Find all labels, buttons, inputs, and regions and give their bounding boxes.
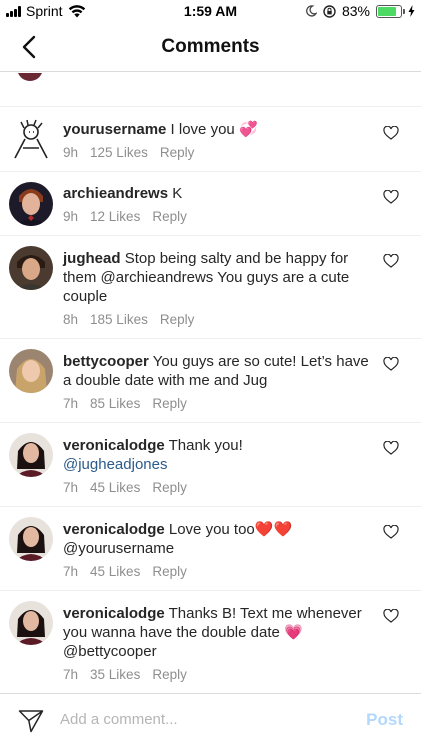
- comment-meta: 7h 85 Likes Reply: [63, 396, 373, 411]
- comment-meta: 9h 125 Likes Reply: [63, 145, 373, 160]
- avatar[interactable]: [9, 118, 53, 162]
- comment-username[interactable]: veronicalodge: [63, 437, 165, 454]
- comment-item: jughead Stop being salty and be happy fo…: [0, 236, 421, 339]
- comment-text: veronicalodge Thanks B! Text me whenever…: [63, 604, 373, 661]
- heart-icon[interactable]: [383, 254, 399, 268]
- profile-photo: [9, 433, 53, 477]
- comment-text: archieandrews K: [63, 184, 373, 203]
- battery-icon: [376, 4, 405, 18]
- profile-photo: [9, 517, 53, 561]
- avatar: [17, 73, 43, 81]
- page-title: Comments: [161, 36, 260, 57]
- mention-link[interactable]: @jugheadjones: [63, 456, 167, 473]
- heart-icon[interactable]: [383, 525, 399, 539]
- comment-username[interactable]: veronicalodge: [63, 521, 165, 538]
- comment-meta: 9h 12 Likes Reply: [63, 209, 373, 224]
- profile-photo: [9, 182, 53, 226]
- comment-emoji: 💗: [284, 624, 303, 641]
- comment-username[interactable]: yourusername: [63, 121, 166, 138]
- avatar[interactable]: [9, 349, 53, 393]
- comment-username[interactable]: archieandrews: [63, 185, 168, 202]
- comment-input[interactable]: [60, 711, 350, 728]
- comment-list: yourusername I love you 💞 9h 125 Likes R…: [0, 108, 421, 692]
- comment-likes[interactable]: 125 Likes: [90, 145, 148, 160]
- rotation-lock-icon: [323, 4, 336, 18]
- reply-button[interactable]: Reply: [152, 396, 187, 411]
- heart-icon[interactable]: [383, 609, 399, 623]
- charging-icon: [408, 5, 415, 17]
- comment-body: K: [172, 185, 183, 202]
- heart-icon[interactable]: [383, 357, 399, 371]
- heart-icon[interactable]: [383, 441, 399, 455]
- comment-text: yourusername I love you 💞: [63, 120, 373, 139]
- comment-item: veronicalodge Thanks B! Text me whenever…: [0, 591, 421, 692]
- comment-item: veronicalodge Thank you! @jugheadjones 7h…: [0, 423, 421, 507]
- comment-item: bettycooper You guys are so cute! Let’s …: [0, 339, 421, 423]
- mention-text[interactable]: @bettycooper: [63, 643, 157, 660]
- heart-icon[interactable]: [383, 126, 399, 140]
- avatar[interactable]: [9, 433, 53, 477]
- status-bar: Sprint 1:59 AM 83%: [0, 0, 421, 22]
- profile-photo: [9, 349, 53, 393]
- avatar[interactable]: [9, 182, 53, 226]
- comment-likes[interactable]: 35 Likes: [90, 667, 140, 682]
- comment-item: yourusername I love you 💞 9h 125 Likes R…: [0, 108, 421, 172]
- comment-username[interactable]: veronicalodge: [63, 605, 165, 622]
- comment-likes[interactable]: 45 Likes: [90, 480, 140, 495]
- comment-time: 7h: [63, 667, 79, 682]
- comment-likes[interactable]: 185 Likes: [90, 312, 148, 327]
- reply-button[interactable]: Reply: [152, 209, 187, 224]
- comment-meta: 7h 45 Likes Reply: [63, 480, 373, 495]
- comment-meta: 8h 185 Likes Reply: [63, 312, 373, 327]
- comment-body: Thank you!: [168, 437, 243, 454]
- comment-time: 7h: [63, 480, 79, 495]
- comment-likes[interactable]: 85 Likes: [90, 396, 140, 411]
- comment-text: veronicalodge Love you too❤️❤️ @yourusern…: [63, 520, 373, 558]
- reply-button[interactable]: Reply: [152, 480, 187, 495]
- nav-bar: Comments: [0, 22, 421, 72]
- reply-button[interactable]: Reply: [152, 667, 187, 682]
- comment-time: 9h: [63, 209, 79, 224]
- reply-button[interactable]: Reply: [152, 564, 187, 579]
- comment-time: 9h: [63, 145, 79, 160]
- do-not-disturb-icon: [306, 5, 317, 17]
- comment-time: 7h: [63, 564, 79, 579]
- comment-time: 7h: [63, 396, 79, 411]
- comment-text: veronicalodge Thank you! @jugheadjones: [63, 436, 373, 474]
- comment-text: bettycooper You guys are so cute! Let’s …: [63, 352, 373, 390]
- comment-likes[interactable]: 12 Likes: [90, 209, 140, 224]
- comment-meta: 7h 35 Likes Reply: [63, 667, 373, 682]
- heart-emoji: ❤️❤️: [254, 521, 293, 538]
- sketch-avatar-icon: [9, 118, 53, 162]
- paper-plane-icon[interactable]: [18, 709, 44, 733]
- comment-likes[interactable]: 45 Likes: [90, 564, 140, 579]
- post-button[interactable]: Post: [366, 710, 403, 730]
- profile-photo: [9, 246, 53, 290]
- comment-meta: 7h 45 Likes Reply: [63, 564, 373, 579]
- comment-username[interactable]: jughead: [63, 250, 121, 267]
- avatar[interactable]: [9, 246, 53, 290]
- comment-item: archieandrews K 9h 12 Likes Reply: [0, 172, 421, 236]
- comment-body: I love you: [170, 121, 235, 138]
- battery-percent: 83%: [341, 3, 370, 19]
- reply-button[interactable]: Reply: [160, 312, 195, 327]
- comment-body: Love you too: [168, 521, 255, 538]
- avatar[interactable]: [9, 517, 53, 561]
- comment-item: veronicalodge Love you too❤️❤️ @yourusern…: [0, 507, 421, 591]
- comment-username[interactable]: bettycooper: [63, 353, 149, 370]
- comment-time: 8h: [63, 312, 79, 327]
- scrolled-comment: [0, 73, 421, 107]
- comment-emoji: 💞: [238, 121, 258, 138]
- comment-composer: Post: [0, 693, 421, 750]
- reply-button[interactable]: Reply: [160, 145, 195, 160]
- profile-photo: [9, 601, 53, 645]
- mention-text[interactable]: @yourusername: [63, 540, 174, 557]
- comment-text: jughead Stop being salty and be happy fo…: [63, 249, 373, 306]
- heart-icon[interactable]: [383, 190, 399, 204]
- avatar[interactable]: [9, 601, 53, 645]
